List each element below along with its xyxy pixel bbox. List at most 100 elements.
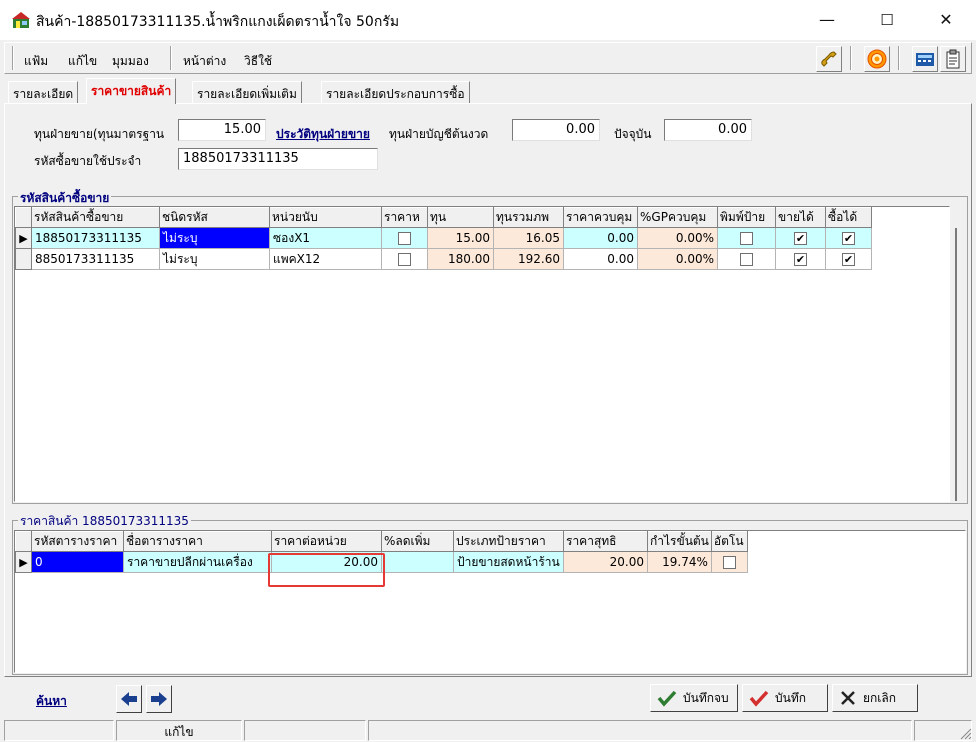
ctrl-price-cell[interactable]: 0.00: [563, 227, 638, 249]
cost-cell[interactable]: 180.00: [427, 248, 494, 270]
calculator-icon: [916, 53, 934, 66]
price-flag-checkbox[interactable]: [398, 253, 411, 266]
cost-vat-cell[interactable]: 192.60: [493, 248, 564, 270]
col-header[interactable]: หน่วยนับ: [269, 207, 382, 228]
cancel-button[interactable]: ยกเลิก: [832, 684, 918, 712]
col-header[interactable]: รหัสสินค้าซื้อขาย: [31, 207, 160, 228]
price-flag-cell[interactable]: [381, 248, 428, 270]
search-link[interactable]: ค้นหา: [36, 692, 67, 711]
current-row-arrow-icon: ▶: [15, 551, 32, 573]
col-header[interactable]: %GPควบคุม: [637, 207, 718, 228]
row-indicator-header: [15, 207, 32, 228]
col-header[interactable]: ราคาสุทธิ: [563, 531, 648, 552]
col-header[interactable]: ทุนรวมภพ: [493, 207, 564, 228]
print-label-cell[interactable]: [717, 248, 776, 270]
red-check-icon: [749, 690, 769, 707]
cost-vat-cell[interactable]: 16.05: [493, 227, 564, 249]
label-type-cell[interactable]: ป้ายขายสดหน้าร้าน: [453, 551, 564, 573]
print-label-checkbox[interactable]: [740, 253, 753, 266]
buy-checkbox[interactable]: ✔: [842, 232, 855, 245]
code-cell[interactable]: 8850173311135: [31, 248, 160, 270]
price-flag-cell[interactable]: [381, 227, 428, 249]
gross-profit-cell[interactable]: 19.74%: [647, 551, 712, 573]
maximize-button[interactable]: ☐: [874, 8, 900, 32]
cost-cell[interactable]: 15.00: [427, 227, 494, 249]
auto-cell[interactable]: [710, 551, 748, 573]
resize-grip-icon[interactable]: [958, 726, 972, 740]
unit-cell[interactable]: ซองX1: [269, 227, 382, 249]
col-header[interactable]: ประเภทป้ายราคา: [453, 531, 564, 552]
table-row[interactable]: ▶ 18850173311135 ไม่ระบุ ซองX1 15.00 16.…: [15, 227, 872, 249]
menu-edit[interactable]: แก้ไข: [68, 52, 97, 71]
previous-button[interactable]: [116, 685, 142, 713]
ctrl-price-cell[interactable]: 0.00: [563, 248, 638, 270]
ctrl-gp-cell[interactable]: 0.00%: [637, 248, 718, 270]
tab-selling-price[interactable]: ราคาขายสินค้า: [86, 78, 177, 104]
table-row[interactable]: 8850173311135 ไม่ระบุ แพคX12 180.00 192.…: [15, 248, 872, 270]
target-button[interactable]: [864, 46, 890, 72]
col-header[interactable]: ราคาต่อหน่วย: [271, 531, 382, 552]
sell-checkbox[interactable]: ✔: [794, 232, 807, 245]
sell-cell[interactable]: ✔: [775, 227, 826, 249]
sell-checkbox[interactable]: ✔: [794, 253, 807, 266]
unit-price-cell[interactable]: 20.00: [271, 551, 382, 573]
save-close-button[interactable]: บันทึกจบ: [650, 684, 738, 712]
menu-view[interactable]: มุมมอง: [112, 52, 149, 71]
default-code-field[interactable]: 18850173311135: [178, 148, 378, 170]
tab-purchase-details[interactable]: รายละเอียดประกอบการซื้อ: [321, 81, 470, 103]
col-header[interactable]: รหัสตารางราคา: [31, 531, 124, 552]
col-header[interactable]: ชนิดรหัส: [159, 207, 270, 228]
save-button[interactable]: บันทึก: [742, 684, 828, 712]
codes-scrollbar[interactable]: [950, 228, 962, 501]
auto-checkbox[interactable]: [722, 556, 736, 569]
discount-cell[interactable]: [381, 551, 454, 573]
phone-button[interactable]: [816, 46, 842, 72]
col-header[interactable]: ราคาห: [381, 207, 428, 228]
next-button[interactable]: [146, 685, 172, 713]
col-header[interactable]: ซื้อได้: [825, 207, 872, 228]
menu-window[interactable]: หน้าต่าง: [183, 52, 226, 71]
calculator-button[interactable]: [912, 46, 938, 72]
prices-header-row: รหัสตารางราคา ชื่อตารางราคา ราคาต่อหน่วย…: [15, 531, 748, 552]
arrow-left-icon: [121, 692, 137, 706]
tab-extra-details[interactable]: รายละเอียดเพิ่มเติม: [192, 81, 302, 103]
col-header[interactable]: ทุน: [427, 207, 494, 228]
unit-cell[interactable]: แพคX12: [269, 248, 382, 270]
tab-details[interactable]: รายละเอียด: [8, 81, 79, 103]
buy-cell[interactable]: ✔: [825, 227, 872, 249]
col-header[interactable]: %ลดเพิ่ม: [381, 531, 454, 552]
status-panel: [368, 720, 912, 741]
ctrl-gp-cell[interactable]: 0.00%: [637, 227, 718, 249]
code-type-cell[interactable]: ไม่ระบุ: [159, 227, 270, 249]
status-panel: [244, 720, 366, 741]
col-header[interactable]: อัตโน: [710, 531, 748, 552]
net-price-cell[interactable]: 20.00: [563, 551, 648, 573]
close-button[interactable]: ✕: [933, 8, 959, 32]
col-header[interactable]: ราคาควบคุม: [563, 207, 638, 228]
price-table-name-cell[interactable]: ราคาขายปลีกผ่านเครื่อง: [123, 551, 272, 573]
col-header[interactable]: กำไรขั้นต้น: [647, 531, 712, 552]
col-header[interactable]: ชื่อตารางราคา: [123, 531, 272, 552]
menu-help[interactable]: วิธีใช้: [244, 52, 272, 71]
std-cost-field[interactable]: 15.00: [178, 119, 266, 141]
sell-cell[interactable]: ✔: [775, 248, 826, 270]
menu-file[interactable]: แฟ้ม: [24, 52, 48, 71]
col-header[interactable]: ขายได้: [775, 207, 826, 228]
minimize-button[interactable]: —: [814, 8, 840, 32]
check-icon: [657, 690, 677, 707]
table-row[interactable]: ▶ 0 ราคาขายปลีกผ่านเครื่อง 20.00 ป้ายขาย…: [15, 551, 748, 573]
cost-history-link[interactable]: ประวัติทุนฝ่ายขาย: [276, 125, 370, 144]
scrollbar-thumb[interactable]: [955, 228, 957, 501]
acct-cost-field[interactable]: 0.00: [512, 119, 600, 141]
buy-checkbox[interactable]: ✔: [842, 253, 855, 266]
price-flag-checkbox[interactable]: [398, 232, 411, 245]
col-header[interactable]: พิมพ์ป้าย: [717, 207, 776, 228]
price-table-code-cell[interactable]: 0: [31, 551, 124, 573]
code-type-cell[interactable]: ไม่ระบุ: [159, 248, 270, 270]
code-cell[interactable]: 18850173311135: [31, 227, 160, 249]
buy-cell[interactable]: ✔: [825, 248, 872, 270]
current-cost-field[interactable]: 0.00: [664, 119, 752, 141]
print-label-checkbox[interactable]: [740, 232, 753, 245]
print-label-cell[interactable]: [717, 227, 776, 249]
clipboard-button[interactable]: [940, 46, 966, 72]
